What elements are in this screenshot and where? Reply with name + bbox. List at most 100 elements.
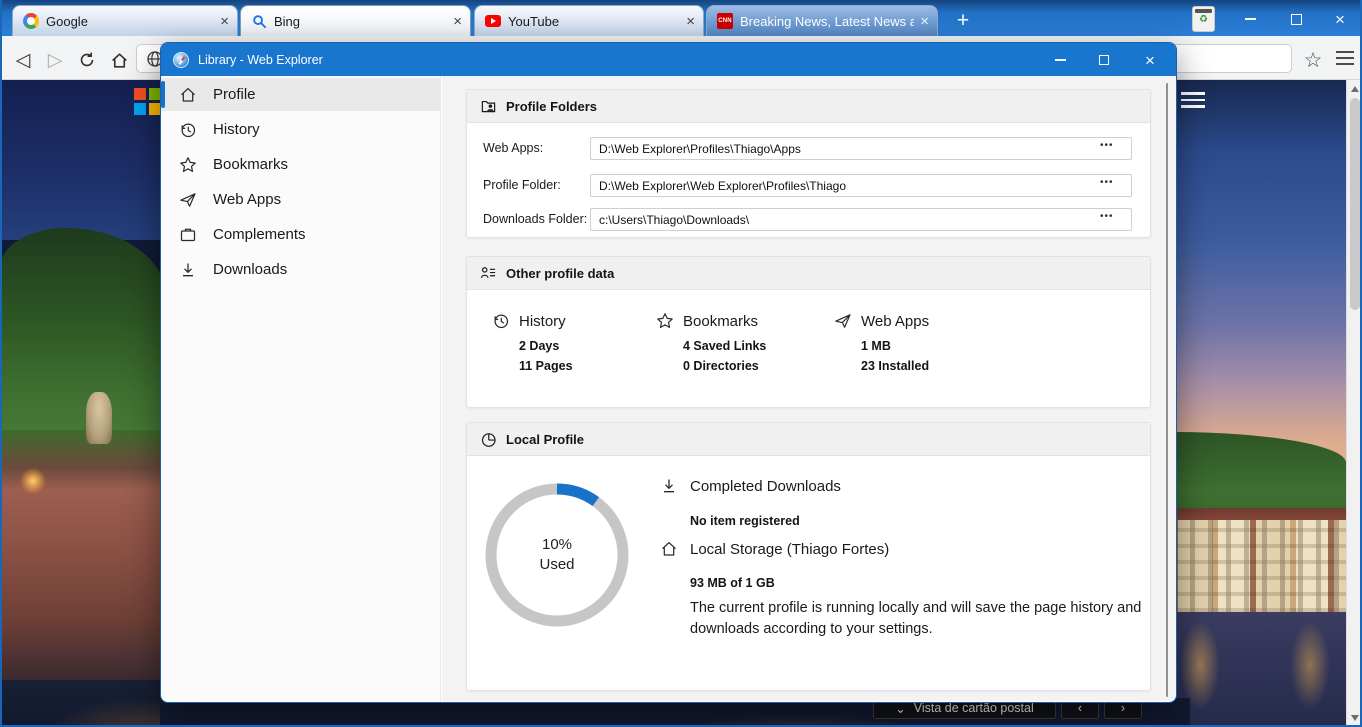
library-dialog: Library - Web Explorer × Profile History… bbox=[160, 42, 1177, 703]
close-tab-icon[interactable]: × bbox=[686, 14, 695, 29]
download-icon bbox=[179, 261, 197, 279]
summary-title: Bookmarks bbox=[683, 313, 758, 330]
refresh-button[interactable] bbox=[74, 47, 100, 73]
scroll-down-icon[interactable] bbox=[1351, 715, 1359, 721]
sidebar-item-history[interactable]: History bbox=[161, 113, 440, 146]
tab-bing[interactable]: Bing × bbox=[240, 5, 471, 36]
downloads-status: No item registered bbox=[690, 514, 800, 528]
card-title: Other profile data bbox=[506, 266, 614, 281]
profile-folders-card: Profile Folders Web Apps: ••• Profile Fo… bbox=[466, 89, 1151, 238]
sidebar-item-label: Downloads bbox=[213, 261, 287, 278]
home-icon bbox=[179, 86, 197, 104]
field-label: Profile Folder: bbox=[483, 178, 561, 192]
close-tab-icon[interactable]: × bbox=[220, 14, 229, 29]
cnn-favicon: CNN bbox=[717, 13, 733, 29]
pie-chart-icon bbox=[480, 431, 497, 448]
bookmark-star-icon[interactable]: ☆ bbox=[1300, 47, 1326, 73]
close-tab-icon[interactable]: × bbox=[920, 14, 929, 29]
profile-folders-header: Profile Folders bbox=[467, 90, 1150, 123]
field-row-downloads-folder: Downloads Folder: ••• bbox=[467, 208, 1150, 231]
folder-profile-icon bbox=[480, 98, 497, 115]
microsoft-logo[interactable] bbox=[134, 88, 161, 115]
browser-menu-icon[interactable] bbox=[1336, 51, 1354, 67]
scroll-up-icon[interactable] bbox=[1351, 86, 1359, 92]
sidebar-item-label: Profile bbox=[213, 86, 256, 103]
google-favicon bbox=[23, 13, 39, 29]
local-profile-card: Local Profile 10% Used Completed Downloa… bbox=[466, 422, 1151, 691]
browse-button[interactable]: ••• bbox=[1100, 140, 1114, 151]
sidebar-item-label: Web Apps bbox=[213, 191, 281, 208]
recycle-symbol: ♻ bbox=[1193, 15, 1214, 25]
window-maximize-button[interactable] bbox=[1280, 8, 1312, 30]
sidebar-item-web-apps[interactable]: Web Apps bbox=[161, 183, 440, 216]
local-storage-row: Local Storage (Thiago Fortes) bbox=[660, 540, 889, 558]
ms-logo-square bbox=[134, 103, 146, 115]
dialog-close-button[interactable]: × bbox=[1133, 49, 1167, 71]
scrollbar-thumb[interactable] bbox=[1350, 98, 1360, 310]
tab-youtube[interactable]: YouTube × bbox=[474, 5, 704, 36]
history-icon bbox=[492, 312, 510, 330]
history-summary: History 2 Days 11 Pages bbox=[492, 312, 573, 373]
profile-folder-path-input[interactable] bbox=[590, 174, 1132, 197]
chevron-left-icon: ‹ bbox=[1078, 701, 1082, 715]
youtube-favicon bbox=[485, 15, 501, 27]
new-tab-button[interactable]: + bbox=[950, 8, 976, 34]
dialog-sidebar: Profile History Bookmarks Web Apps Compl… bbox=[161, 76, 441, 701]
browse-button[interactable]: ••• bbox=[1100, 177, 1114, 188]
summary-value: 0 Directories bbox=[683, 359, 766, 373]
tab-title: Breaking News, Latest News and Vi bbox=[740, 14, 914, 29]
field-label: Downloads Folder: bbox=[483, 212, 587, 226]
photo-light-reflection bbox=[1180, 620, 1220, 710]
sidebar-item-downloads[interactable]: Downloads bbox=[161, 253, 440, 286]
dialog-minimize-button[interactable] bbox=[1043, 49, 1077, 71]
dialog-scrollbar[interactable] bbox=[1166, 83, 1168, 697]
star-icon bbox=[656, 312, 674, 330]
summary-value: 11 Pages bbox=[519, 359, 573, 373]
downloads-folder-path-input[interactable] bbox=[590, 208, 1132, 231]
tab-google[interactable]: Google × bbox=[12, 5, 238, 36]
dialog-title-bar[interactable]: Library - Web Explorer bbox=[161, 43, 1176, 76]
home-button[interactable] bbox=[106, 47, 132, 73]
field-row-web-apps: Web Apps: ••• bbox=[467, 137, 1150, 160]
profile-description: The current profile is running locally a… bbox=[690, 598, 1151, 639]
photo-statue bbox=[86, 392, 112, 444]
paper-plane-icon bbox=[179, 191, 197, 209]
photo-hill-left bbox=[0, 228, 165, 448]
summary-title: History bbox=[519, 313, 566, 330]
bookmarks-summary: Bookmarks 4 Saved Links 0 Directories bbox=[656, 312, 766, 373]
photo-lamp-glow bbox=[20, 468, 46, 494]
local-profile-header: Local Profile bbox=[467, 423, 1150, 456]
forward-button[interactable]: ▷ bbox=[42, 47, 68, 73]
field-label: Web Apps: bbox=[483, 141, 543, 155]
web-explorer-compass-icon bbox=[173, 52, 189, 68]
summary-value: 23 Installed bbox=[861, 359, 929, 373]
window-close-button[interactable]: × bbox=[1324, 8, 1356, 30]
sidebar-item-label: Bookmarks bbox=[213, 156, 288, 173]
postcard-view-label: Vista de cartão postal bbox=[914, 701, 1034, 715]
storage-value: 93 MB of 1 GB bbox=[690, 576, 775, 590]
back-button[interactable]: ◁ bbox=[10, 47, 36, 73]
sidebar-item-profile[interactable]: Profile bbox=[161, 78, 440, 111]
card-title: Profile Folders bbox=[506, 99, 597, 114]
close-tab-icon[interactable]: × bbox=[453, 14, 462, 29]
paper-plane-icon bbox=[834, 312, 852, 330]
sidebar-item-bookmarks[interactable]: Bookmarks bbox=[161, 148, 440, 181]
dialog-maximize-button[interactable] bbox=[1087, 49, 1121, 71]
tab-cnn[interactable]: CNN Breaking News, Latest News and Vi × bbox=[706, 5, 938, 36]
field-row-profile-folder: Profile Folder: ••• bbox=[467, 174, 1150, 197]
window-minimize-button[interactable] bbox=[1234, 8, 1266, 30]
sidebar-item-complements[interactable]: Complements bbox=[161, 218, 440, 251]
dialog-title: Library - Web Explorer bbox=[198, 53, 323, 67]
ms-logo-square bbox=[134, 88, 146, 100]
page-scrollbar[interactable] bbox=[1346, 80, 1362, 727]
star-icon bbox=[179, 156, 197, 174]
card-title: Local Profile bbox=[506, 432, 584, 447]
other-profile-data-card: Other profile data History 2 Days 11 Pag… bbox=[466, 256, 1151, 408]
browse-button[interactable]: ••• bbox=[1100, 211, 1114, 222]
recycle-bin-icon[interactable]: ♻ bbox=[1192, 6, 1215, 32]
tab-title: Google bbox=[46, 14, 214, 29]
web-apps-path-input[interactable] bbox=[590, 137, 1132, 160]
page-hamburger-icon[interactable] bbox=[1181, 92, 1205, 110]
web-apps-summary: Web Apps 1 MB 23 Installed bbox=[834, 312, 929, 373]
download-icon bbox=[660, 477, 678, 495]
